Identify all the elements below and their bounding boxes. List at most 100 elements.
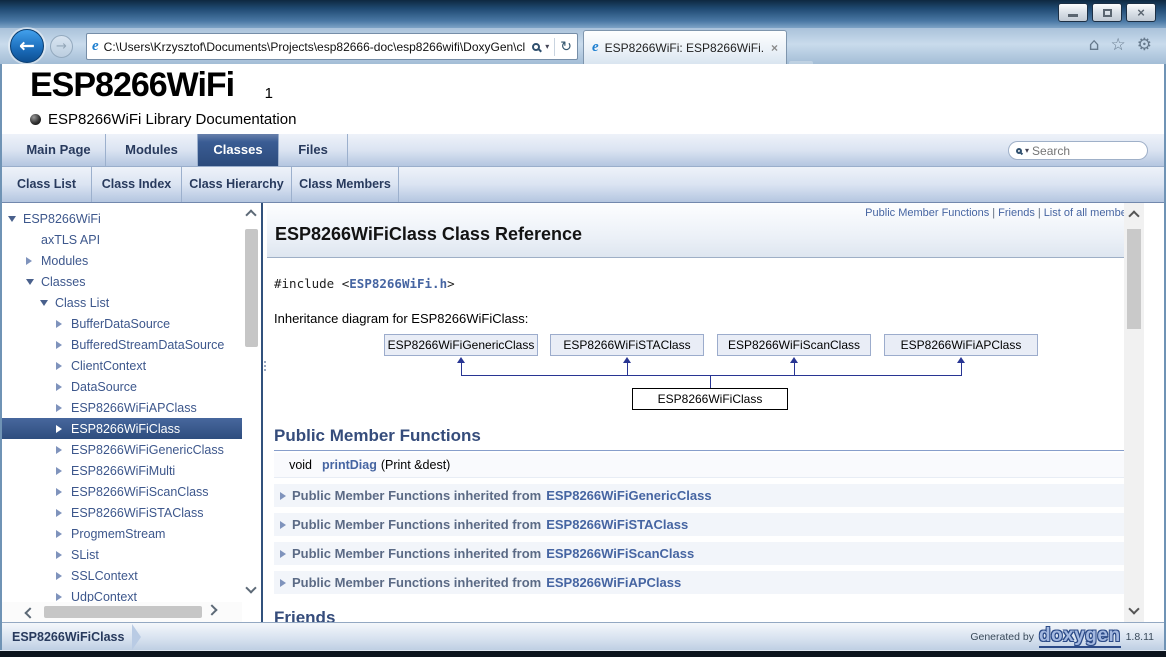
back-button[interactable]: ← [10,29,44,63]
inherited-section-staclass[interactable]: Public Member Functions inherited from E… [274,513,1128,536]
tree-item-datasource[interactable]: DataSource [2,376,242,397]
vertical-scroll-thumb[interactable] [245,229,258,347]
scroll-down-icon[interactable] [1128,603,1139,614]
tab-files[interactable]: Files [279,134,348,166]
search-icon[interactable] [532,43,540,51]
doxygen-version: 1.8.11 [1126,631,1154,643]
expand-arrow-icon[interactable] [56,362,71,370]
doxygen-logo[interactable]: doxygen [1039,626,1121,648]
tab-class-hierarchy[interactable]: Class Hierarchy [182,167,292,202]
tab-close-icon[interactable]: × [771,41,778,55]
address-bar[interactable]: e ▾ ↻ [86,33,578,60]
tree-item-bufferdatasource[interactable]: BufferDataSource [2,313,242,334]
expand-arrow-icon[interactable] [26,257,41,265]
restore-button[interactable] [1092,3,1122,22]
scroll-down-icon[interactable] [245,582,256,593]
tree-item-axtls-api[interactable]: axTLS API [2,229,242,250]
tree-item-sslcontext[interactable]: SSLContext [2,565,242,586]
settings-gear-icon[interactable]: ⚙ [1137,37,1152,54]
tree-item-class-list[interactable]: Class List [2,292,242,313]
tree-item-clientcontext[interactable]: ClientContext [2,355,242,376]
expand-arrow-icon[interactable] [56,572,71,580]
sidebar-horizontal-scrollbar[interactable] [2,602,242,622]
refresh-icon[interactable]: ↻ [560,39,572,55]
doc-search-caret-icon[interactable]: ▾ [1025,146,1029,155]
expand-arrow-icon[interactable] [56,383,71,391]
link-public-member-functions[interactable]: Public Member Functions [865,207,989,219]
diagram-node-scanclass[interactable]: ESP8266WiFiScanClass [717,334,871,356]
tab-classes[interactable]: Classes [198,134,279,166]
sidebar-vertical-scrollbar[interactable] [242,203,261,622]
tree-item-esp8266wifigenericclass[interactable]: ESP8266WiFiGenericClass [2,439,242,460]
tab-class-list[interactable]: Class List [2,167,92,202]
doc-search-icon [1016,148,1022,154]
collapse-arrow-icon[interactable] [8,216,23,222]
expand-arrow-icon[interactable] [56,446,71,454]
expand-arrow-icon[interactable] [56,551,71,559]
inherited-class-link[interactable]: ESP8266WiFiScanClass [546,546,694,561]
tree-item-esp8266wifiscanclass[interactable]: ESP8266WiFiScanClass [2,481,242,502]
favorites-star-icon[interactable]: ☆ [1111,37,1126,54]
tree-item-progmemstream[interactable]: ProgmemStream [2,523,242,544]
diagram-node-apclass[interactable]: ESP8266WiFiAPClass [884,334,1038,356]
member-name-link[interactable]: printDiag [322,458,377,472]
minimize-button[interactable] [1058,3,1088,22]
include-file-link[interactable]: ESP8266WiFi.h [349,276,447,291]
tree-item-esp8266wifiapclass[interactable]: ESP8266WiFiAPClass [2,397,242,418]
link-friends[interactable]: Friends [998,207,1035,219]
tab-main-page[interactable]: Main Page [12,134,106,166]
vertical-scroll-thumb[interactable] [1127,229,1141,329]
home-icon[interactable]: ⌂ [1089,37,1100,54]
inherited-class-link[interactable]: ESP8266WiFiGenericClass [546,488,711,503]
forward-button[interactable]: → [50,35,73,58]
tree-item-esp8266wifimulti[interactable]: ESP8266WiFiMulti [2,460,242,481]
expand-arrow-icon[interactable] [56,488,71,496]
tree-item-slist[interactable]: SList [2,544,242,565]
tree-item-bufferedstreamdatasource[interactable]: BufferedStreamDataSource [2,334,242,355]
inherited-section-apclass[interactable]: Public Member Functions inherited from E… [274,571,1128,594]
content-vertical-scrollbar[interactable] [1124,203,1144,622]
link-list-of-all-members[interactable]: List of all members [1044,207,1136,219]
collapse-arrow-icon[interactable] [26,279,41,285]
tree-item-esp8266wifistaclass[interactable]: ESP8266WiFiSTAClass [2,502,242,523]
expand-arrow-icon[interactable] [56,341,71,349]
inherited-class-link[interactable]: ESP8266WiFiAPClass [546,575,681,590]
tree-item-esp8266wifi[interactable]: ESP8266WiFi [2,208,242,229]
tree-item-modules[interactable]: Modules [2,250,242,271]
expand-arrow-icon[interactable] [56,509,71,517]
scroll-up-icon[interactable] [1128,210,1139,221]
doc-search-box[interactable]: ▾ [1008,141,1148,160]
expand-arrow-icon[interactable] [56,425,71,433]
tab-class-members[interactable]: Class Members [292,167,399,202]
diagram-node-staclass[interactable]: ESP8266WiFiSTAClass [550,334,704,356]
tab-title: ESP8266WiFi: ESP8266WiFi... [605,41,765,55]
expand-arrow-icon[interactable] [56,467,71,475]
tab-modules[interactable]: Modules [106,134,198,166]
expand-arrow-icon[interactable] [56,320,71,328]
scroll-up-icon[interactable] [245,209,256,220]
tree-item-esp8266wificlass-selected[interactable]: ESP8266WiFiClass [2,418,242,439]
scroll-right-icon[interactable] [206,604,217,615]
expand-arrow-icon[interactable] [56,593,71,601]
search-dropdown-caret-icon[interactable]: ▾ [545,42,549,51]
tree-item-classes[interactable]: Classes [2,271,242,292]
diagram-node-genericclass[interactable]: ESP8266WiFiGenericClass [384,334,538,356]
content-header: Public Member Functions|Friends|List of … [267,203,1144,258]
tab-class-index[interactable]: Class Index [92,167,182,202]
splitter-grip-icon[interactable] [264,361,266,371]
close-button[interactable]: × [1126,3,1156,22]
collapse-arrow-icon[interactable] [40,300,55,306]
horizontal-scroll-thumb[interactable] [44,606,202,618]
inherited-section-genericclass[interactable]: Public Member Functions inherited from E… [274,484,1128,507]
inherited-class-link[interactable]: ESP8266WiFiSTAClass [546,517,688,532]
expand-arrow-icon[interactable] [56,404,71,412]
scroll-left-icon[interactable] [24,607,35,618]
title-area: ESP8266WiFi 1 ESP8266WiFi Library Docume… [2,64,1164,134]
breadcrumb[interactable]: ESP8266WiFiClass [12,630,124,644]
doc-search-input[interactable] [1032,144,1122,158]
browser-tab[interactable]: e ESP8266WiFi: ESP8266WiFi... × [583,30,787,64]
title-bar[interactable]: × [0,0,1166,28]
expand-arrow-icon[interactable] [56,530,71,538]
url-input[interactable] [104,40,528,54]
inherited-section-scanclass[interactable]: Public Member Functions inherited from E… [274,542,1128,565]
